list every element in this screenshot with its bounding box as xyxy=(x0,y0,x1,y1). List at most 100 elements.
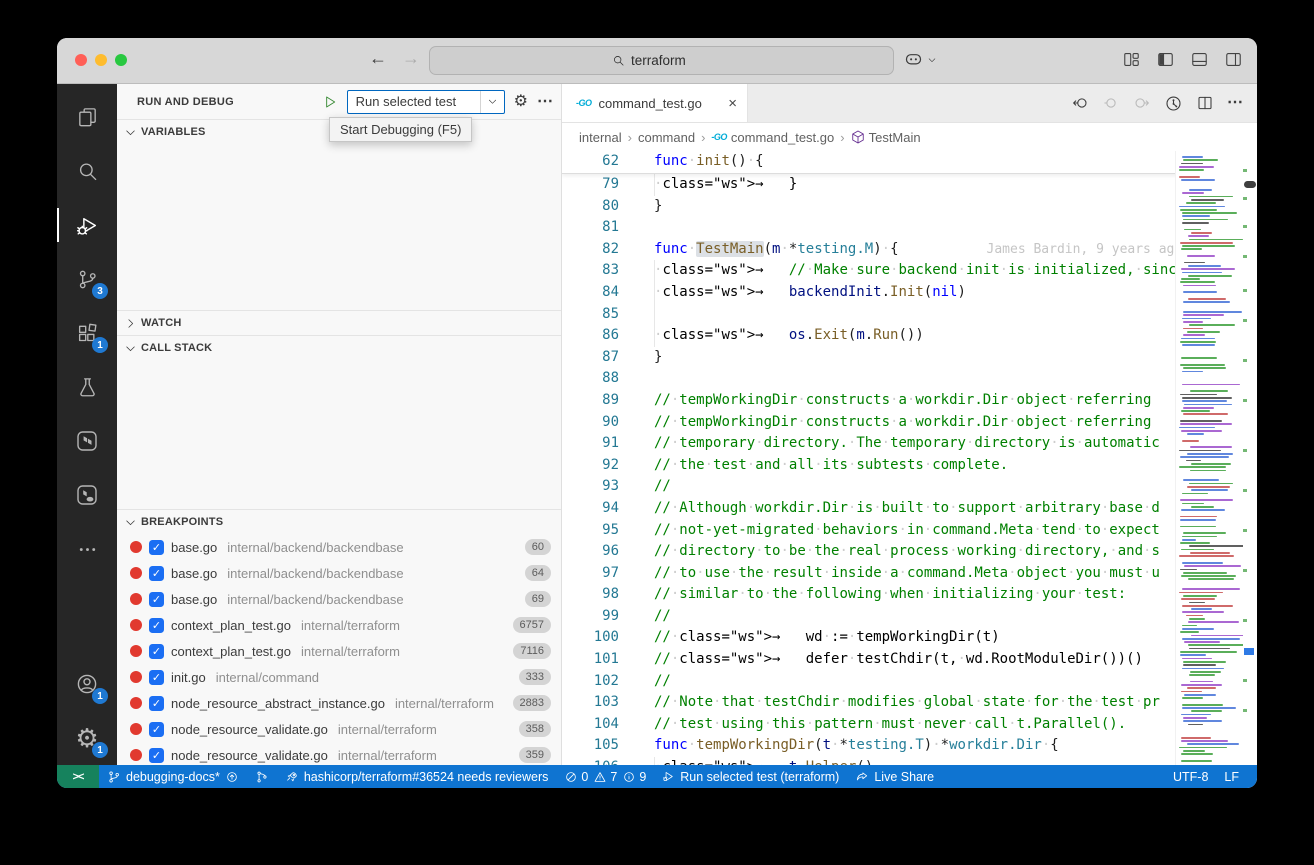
tab-command-test-go[interactable]: -GO command_test.go × xyxy=(562,84,748,122)
nav-circle-icon[interactable] xyxy=(1102,94,1120,112)
close-icon[interactable]: × xyxy=(728,95,737,112)
code-line[interactable]: 100//·class="ws">→ wd·:=·tempWorkingDir(… xyxy=(562,627,1257,649)
code-line[interactable]: 88 xyxy=(562,368,1257,390)
activity-source-control[interactable]: 3 xyxy=(57,252,117,306)
zoom-window-button[interactable] xyxy=(115,54,127,66)
section-watch[interactable]: WATCH xyxy=(117,310,561,335)
breadcrumb-item[interactable]: -GO command_test.go xyxy=(711,130,834,145)
breakpoint-checkbox[interactable]: ✓ xyxy=(149,670,164,685)
breakpoint-row[interactable]: ✓context_plan_test.gointernal/terraform7… xyxy=(117,638,561,664)
code-line[interactable]: 99// xyxy=(562,606,1257,628)
breakpoint-row[interactable]: ✓context_plan_test.gointernal/terraform6… xyxy=(117,612,561,638)
code-line[interactable]: 93// xyxy=(562,476,1257,498)
debug-settings-gear-icon[interactable]: ⚙ xyxy=(514,94,528,110)
code-line[interactable]: 87} xyxy=(562,347,1257,369)
run-or-debug-icon[interactable] xyxy=(1164,94,1183,113)
launch-configuration-dropdown[interactable]: Run selected test xyxy=(347,90,505,114)
breakpoint-row[interactable]: ✓base.gointernal/backend/backendbase60 xyxy=(117,534,561,560)
code-line[interactable]: 102// xyxy=(562,671,1257,693)
scrollbar-thumb[interactable] xyxy=(1244,181,1256,188)
breakpoint-row[interactable]: ✓base.gointernal/backend/backendbase64 xyxy=(117,560,561,586)
breakpoint-checkbox[interactable]: ✓ xyxy=(149,592,164,607)
history-forward-icon[interactable]: → xyxy=(402,48,420,69)
close-window-button[interactable] xyxy=(75,54,87,66)
code-line[interactable]: 82func·TestMain(m·*testing.M)·{James Bar… xyxy=(562,239,1257,261)
activity-more[interactable] xyxy=(57,522,117,576)
toggle-primary-sidebar-icon[interactable] xyxy=(1156,50,1175,69)
minimize-window-button[interactable] xyxy=(95,54,107,66)
code-line[interactable]: 85 xyxy=(562,304,1257,326)
breakpoint-checkbox[interactable]: ✓ xyxy=(149,696,164,711)
code-line[interactable]: 97//·to·use·the·result·inside·a·command.… xyxy=(562,563,1257,585)
start-debugging-button[interactable] xyxy=(322,94,338,110)
code-line[interactable]: 92//·the·test·and·all·its·subtests·compl… xyxy=(562,455,1257,477)
breakpoint-checkbox[interactable]: ✓ xyxy=(149,566,164,581)
remote-indicator[interactable]: >< xyxy=(57,765,99,788)
code-editor[interactable]: 62func·init()·{ 79·class="ws">→ }80}8182… xyxy=(562,151,1257,765)
code-line[interactable]: 95//·not-yet-migrated·behaviors·in·comma… xyxy=(562,520,1257,542)
code-line[interactable]: 94//·Although·workdir.Dir·is·built·to·su… xyxy=(562,498,1257,520)
breakpoint-checkbox[interactable]: ✓ xyxy=(149,748,164,763)
breakpoint-checkbox[interactable]: ✓ xyxy=(149,722,164,737)
section-call-stack[interactable]: CALL STACK xyxy=(117,335,561,360)
debug-run-status-item[interactable]: Run selected test (terraform) xyxy=(654,765,847,788)
activity-hcp-terraform[interactable] xyxy=(57,468,117,522)
code-line[interactable]: 103//·Note·that·testChdir·modifies·globa… xyxy=(562,692,1257,714)
code-line[interactable]: 79·class="ws">→ } xyxy=(562,174,1257,196)
editor-more-actions-icon[interactable]: ⋯ xyxy=(1227,95,1243,111)
code-line[interactable]: 106·class="ws">→ t.Helper() xyxy=(562,757,1257,765)
code-line[interactable]: 83·class="ws">→ //·Make·sure·backend·ini… xyxy=(562,260,1257,282)
toggle-panel-icon[interactable] xyxy=(1190,50,1209,69)
breadcrumb-item[interactable]: internal xyxy=(579,130,622,145)
activity-explorer[interactable] xyxy=(57,90,117,144)
breakpoint-row[interactable]: ✓base.gointernal/backend/backendbase69 xyxy=(117,586,561,612)
split-editor-icon[interactable] xyxy=(1196,94,1214,112)
breakpoint-row[interactable]: ✓node_resource_validate.gointernal/terra… xyxy=(117,716,561,742)
code-line[interactable]: 105func·tempWorkingDir(t·*testing.T)·*wo… xyxy=(562,735,1257,757)
activity-search[interactable] xyxy=(57,144,117,198)
breadcrumb-item[interactable]: command xyxy=(638,130,695,145)
code-line[interactable]: 96//·directory·to·be·the·real·process·wo… xyxy=(562,541,1257,563)
code-line[interactable]: 98//·similar·to·the·following·when·initi… xyxy=(562,584,1257,606)
nav-forward-icon[interactable] xyxy=(1133,94,1151,112)
code-line[interactable]: 84·class="ws">→ backendInit.Init(nil) xyxy=(562,282,1257,304)
live-share-status-item[interactable]: Live Share xyxy=(847,765,942,788)
customize-layout-icon[interactable] xyxy=(1122,50,1141,69)
code-line[interactable]: 90//·tempWorkingDir·constructs·a·workdir… xyxy=(562,412,1257,434)
sticky-scroll-line[interactable]: 62func·init()·{ xyxy=(562,151,1257,173)
breakpoint-checkbox[interactable]: ✓ xyxy=(149,540,164,555)
breakpoint-row[interactable]: ✓init.gointernal/command333 xyxy=(117,664,561,690)
commit-graph-status-item[interactable] xyxy=(247,765,277,788)
copilot-menu[interactable] xyxy=(903,49,937,70)
history-back-icon[interactable]: ← xyxy=(369,48,387,69)
activity-testing[interactable] xyxy=(57,360,117,414)
toggle-secondary-sidebar-icon[interactable] xyxy=(1224,50,1243,69)
code-line[interactable]: 86·class="ws">→ os.Exit(m.Run()) xyxy=(562,325,1257,347)
command-center-search[interactable] xyxy=(429,46,894,75)
code-line[interactable]: 62func·init()·{ xyxy=(562,151,1257,173)
section-breakpoints[interactable]: BREAKPOINTS xyxy=(117,509,561,534)
activity-settings[interactable]: ⚙1 xyxy=(57,711,117,765)
problems-status-item[interactable]: 0 7 9 xyxy=(556,765,654,788)
minimap[interactable] xyxy=(1175,151,1243,765)
encoding-status-item[interactable]: UTF-8 xyxy=(1165,765,1216,788)
breadcrumb-item-symbol[interactable]: TestMain xyxy=(851,130,921,145)
code-line[interactable]: 101//·class="ws">→ defer·testChdir(t,·wd… xyxy=(562,649,1257,671)
views-more-actions-icon[interactable]: ⋯ xyxy=(537,94,553,110)
code-line[interactable]: 104//·test·using·this·pattern·must·never… xyxy=(562,714,1257,736)
activity-accounts[interactable]: 1 xyxy=(57,657,117,711)
code-line[interactable]: 80} xyxy=(562,196,1257,218)
search-input[interactable] xyxy=(631,53,711,68)
activity-terraform[interactable] xyxy=(57,414,117,468)
breakpoint-checkbox[interactable]: ✓ xyxy=(149,618,164,633)
code-line[interactable]: 89//·tempWorkingDir·constructs·a·workdir… xyxy=(562,390,1257,412)
branch-status-item[interactable]: debugging-docs* xyxy=(99,765,247,788)
activity-extensions[interactable]: 1 xyxy=(57,306,117,360)
pr-status-item[interactable]: hashicorp/terraform#36524 needs reviewer… xyxy=(277,765,557,788)
breakpoint-row[interactable]: ✓node_resource_abstract_instance.gointer… xyxy=(117,690,561,716)
code-line[interactable]: 81 xyxy=(562,217,1257,239)
nav-back-icon[interactable] xyxy=(1071,94,1089,112)
breakpoint-row[interactable]: ✓node_resource_validate.gointernal/terra… xyxy=(117,742,561,765)
activity-run-debug[interactable] xyxy=(57,198,117,252)
breakpoint-checkbox[interactable]: ✓ xyxy=(149,644,164,659)
